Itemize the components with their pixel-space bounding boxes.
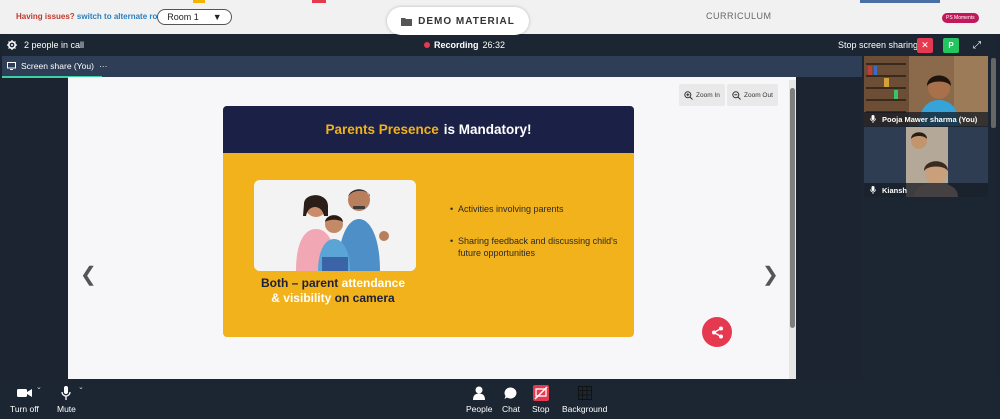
people-count-text: 2 people in call: [24, 40, 85, 50]
tab-screen-share[interactable]: Screen share (You) ···: [2, 61, 108, 78]
moments-badge[interactable]: PS Moments: [942, 13, 979, 23]
slide-bullet: Sharing feedback and discussing child's …: [450, 235, 628, 259]
camera-toggle-button[interactable]: Turn off: [10, 385, 39, 414]
mute-button[interactable]: Mute: [57, 385, 76, 414]
recording-status: Recording 26:32: [424, 40, 505, 50]
camera-options-icon[interactable]: ⌄: [36, 383, 42, 391]
slide-title-rest: is Mandatory!: [443, 122, 532, 137]
slide-caption: Both – parent attendance & visibility on…: [243, 276, 423, 306]
participant-name-bar: Kiansh: [864, 183, 988, 197]
expand-icon[interactable]: ⤢: [969, 38, 985, 53]
turn-off-label: Turn off: [10, 404, 39, 414]
microphone-icon: [870, 115, 876, 123]
participant-name: Kiansh: [882, 185, 908, 195]
zoom-in-button[interactable]: Zoom In: [679, 84, 725, 106]
stop-share-icon: [532, 385, 549, 401]
previous-slide-icon[interactable]: ❮: [80, 262, 97, 287]
participant-name-bar: Pooja Mawer sharma (You): [864, 112, 988, 126]
share-tab-bar: Screen share (You) ···: [2, 56, 862, 78]
caret-down-icon: ▼: [212, 12, 222, 22]
caption-part-3: & visibility: [271, 291, 332, 305]
share-icon: [711, 326, 723, 338]
microphone-icon: [61, 386, 72, 400]
share-button[interactable]: [702, 317, 732, 347]
scrollbar-thumb[interactable]: [790, 88, 795, 328]
stop-share-label: Stop screen sharing: [838, 40, 919, 50]
microphone-icon: [870, 186, 876, 194]
video-tile[interactable]: Pooja Mawer sharma (You): [864, 56, 988, 126]
chat-label: Chat: [502, 404, 520, 414]
video-tile[interactable]: Kiansh: [864, 127, 988, 197]
recording-label: Recording: [434, 40, 479, 50]
background-icon: [577, 386, 592, 400]
caption-part-1: Both – parent: [260, 276, 339, 290]
switch-room-link[interactable]: switch to alternate room: [77, 12, 169, 21]
people-label: People: [466, 404, 493, 414]
stop-share-bottom-button[interactable]: Stop: [532, 385, 550, 414]
zoom-in-label: Zoom In: [696, 91, 720, 99]
room-select-value: Room 1: [167, 12, 199, 22]
screen-icon: [7, 62, 16, 70]
stop-label: Stop: [532, 404, 550, 414]
zoom-in-icon: [684, 90, 693, 100]
recording-time: 26:32: [482, 40, 506, 50]
more-options-icon[interactable]: ···: [99, 61, 108, 71]
decor-bar: [193, 0, 205, 3]
chat-icon: [504, 387, 517, 399]
stop-share-button[interactable]: ✕: [917, 38, 933, 53]
participant-name: Pooja Mawer sharma (You): [882, 114, 978, 124]
slide-bullet: Activities involving parents: [450, 203, 628, 215]
folder-icon: [401, 17, 413, 26]
caption-part-4: on camera: [334, 291, 395, 305]
zoom-out-label: Zoom Out: [744, 91, 773, 99]
zoom-out-icon: [732, 90, 741, 100]
bottom-toolbar: Turn off ⌄ Mute ⌄ People Chat Stop Backg…: [0, 379, 1000, 419]
caption-part-2: attendance: [341, 276, 406, 290]
background-button[interactable]: Background: [562, 385, 607, 414]
close-icon: ✕: [921, 40, 929, 50]
demo-material-button[interactable]: DEMO MATERIAL: [387, 7, 529, 35]
viewer-scrollbar[interactable]: [789, 80, 796, 380]
curriculum-tab[interactable]: CURRICULUM: [706, 11, 772, 21]
chat-button[interactable]: Chat: [502, 385, 520, 414]
gear-icon[interactable]: [7, 40, 17, 50]
issue-text: Having issues?: [16, 12, 75, 21]
decor-bar: [860, 0, 940, 3]
caption-line-1: Both – parent attendance: [243, 276, 423, 291]
call-header: 2 people in call Recording 26:32 Stop sc…: [2, 35, 996, 56]
family-photo: [254, 180, 416, 271]
background-label: Background: [562, 404, 608, 414]
next-slide-icon[interactable]: ❯: [762, 262, 779, 287]
zoom-out-button[interactable]: Zoom Out: [727, 84, 778, 106]
mute-label: Mute: [57, 404, 76, 414]
person-icon: [473, 386, 486, 400]
camera-icon: [16, 389, 32, 397]
people-button[interactable]: People: [466, 385, 492, 414]
demo-material-label: DEMO MATERIAL: [418, 15, 515, 27]
recording-dot-icon: [424, 42, 430, 48]
slide-title-highlight: Parents Presence: [325, 122, 439, 137]
people-count: 2 people in call: [7, 40, 84, 50]
mic-options-icon[interactable]: ⌄: [78, 383, 84, 391]
issue-notice: Having issues? switch to alternate room: [16, 12, 169, 21]
top-strip: Having issues? switch to alternate room …: [0, 0, 1000, 35]
caption-line-2: & visibility on camera: [243, 291, 423, 306]
presentation-slide: Parents Presence is Mandatory! Both – pa…: [223, 106, 634, 337]
decor-bar: [312, 0, 326, 3]
room-select[interactable]: Room 1 ▼: [157, 9, 232, 25]
tile-scrollbar[interactable]: [991, 58, 996, 128]
p-button[interactable]: P: [943, 38, 959, 53]
slide-title: Parents Presence is Mandatory!: [223, 106, 634, 153]
screen-share-label: Screen share (You): [21, 61, 94, 71]
